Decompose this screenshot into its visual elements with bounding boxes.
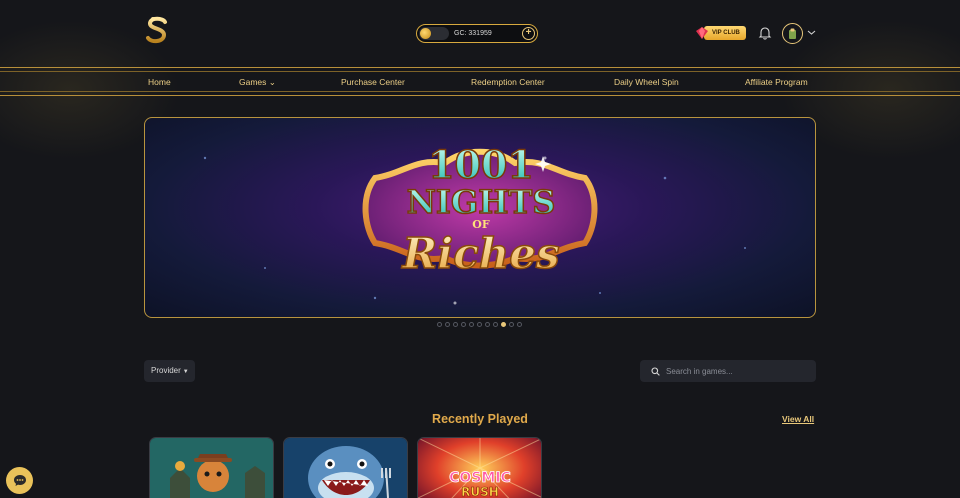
- dollar-logo-icon[interactable]: [143, 13, 171, 47]
- pagination-dot[interactable]: [501, 322, 506, 327]
- pagination-dot[interactable]: [445, 322, 450, 327]
- pagination-dot[interactable]: [485, 322, 490, 327]
- banner-title-1001: 1001: [428, 142, 534, 187]
- bell-icon[interactable]: [758, 26, 772, 40]
- banner-pagination: [437, 322, 522, 327]
- pagination-dot[interactable]: [517, 322, 522, 327]
- chevron-down-icon[interactable]: [807, 29, 816, 36]
- pagination-dot[interactable]: [453, 322, 458, 327]
- site-header: GC: 331959 + VIP CLUB: [0, 0, 960, 68]
- svg-text:COSMIC: COSMIC: [449, 470, 511, 486]
- coin-icon: [420, 28, 431, 39]
- caret-down-icon: ▼: [182, 369, 189, 375]
- game-card[interactable]: HAPPY: [283, 437, 408, 498]
- nav-home[interactable]: Home: [148, 77, 171, 87]
- banner-title-nights: NIGHTS: [407, 183, 556, 221]
- pagination-dot[interactable]: [477, 322, 482, 327]
- search-icon: [651, 366, 660, 376]
- pagination-dot[interactable]: [437, 322, 442, 327]
- search-input[interactable]: [666, 366, 806, 376]
- avatar-icon[interactable]: [782, 23, 803, 44]
- balance-text: GC: 331959: [454, 30, 492, 37]
- nav-redemption-center[interactable]: Redemption Center: [471, 77, 545, 87]
- svg-text:RUSH: RUSH: [461, 485, 499, 498]
- chat-icon[interactable]: [6, 467, 33, 494]
- main-nav: Home Games ⌄ Purchase Center Redemption …: [0, 67, 960, 96]
- currency-toggle[interactable]: [419, 27, 449, 40]
- plus-icon[interactable]: +: [522, 27, 535, 40]
- vip-club-button[interactable]: VIP CLUB: [695, 25, 748, 41]
- search-box[interactable]: [640, 360, 816, 382]
- recently-played-title: Recently Played: [432, 412, 528, 426]
- nav-games[interactable]: Games ⌄: [239, 77, 276, 88]
- game-card[interactable]: CATTINA: [149, 437, 274, 498]
- provider-label: Provider: [151, 366, 181, 375]
- nav-daily-wheel-spin[interactable]: Daily Wheel Spin: [614, 77, 679, 87]
- provider-dropdown[interactable]: Provider ▼: [144, 360, 195, 382]
- view-all-link[interactable]: View All: [782, 414, 814, 424]
- pagination-dot[interactable]: [493, 322, 498, 327]
- pagination-dot[interactable]: [469, 322, 474, 327]
- pagination-dot[interactable]: [509, 322, 514, 327]
- nav-purchase-center[interactable]: Purchase Center: [341, 77, 405, 87]
- banner-title-riches: Riches: [401, 229, 559, 278]
- vip-label: VIP CLUB: [704, 26, 746, 40]
- nav-affiliate-program[interactable]: Affiliate Program: [745, 77, 808, 87]
- hero-banner[interactable]: 1001 NIGHTS OF Riches: [144, 117, 816, 318]
- pagination-dot[interactable]: [461, 322, 466, 327]
- gem-icon: [696, 27, 708, 39]
- game-card[interactable]: COSMIC RUSH: [417, 437, 542, 498]
- balance-pill[interactable]: GC: 331959 +: [416, 24, 538, 43]
